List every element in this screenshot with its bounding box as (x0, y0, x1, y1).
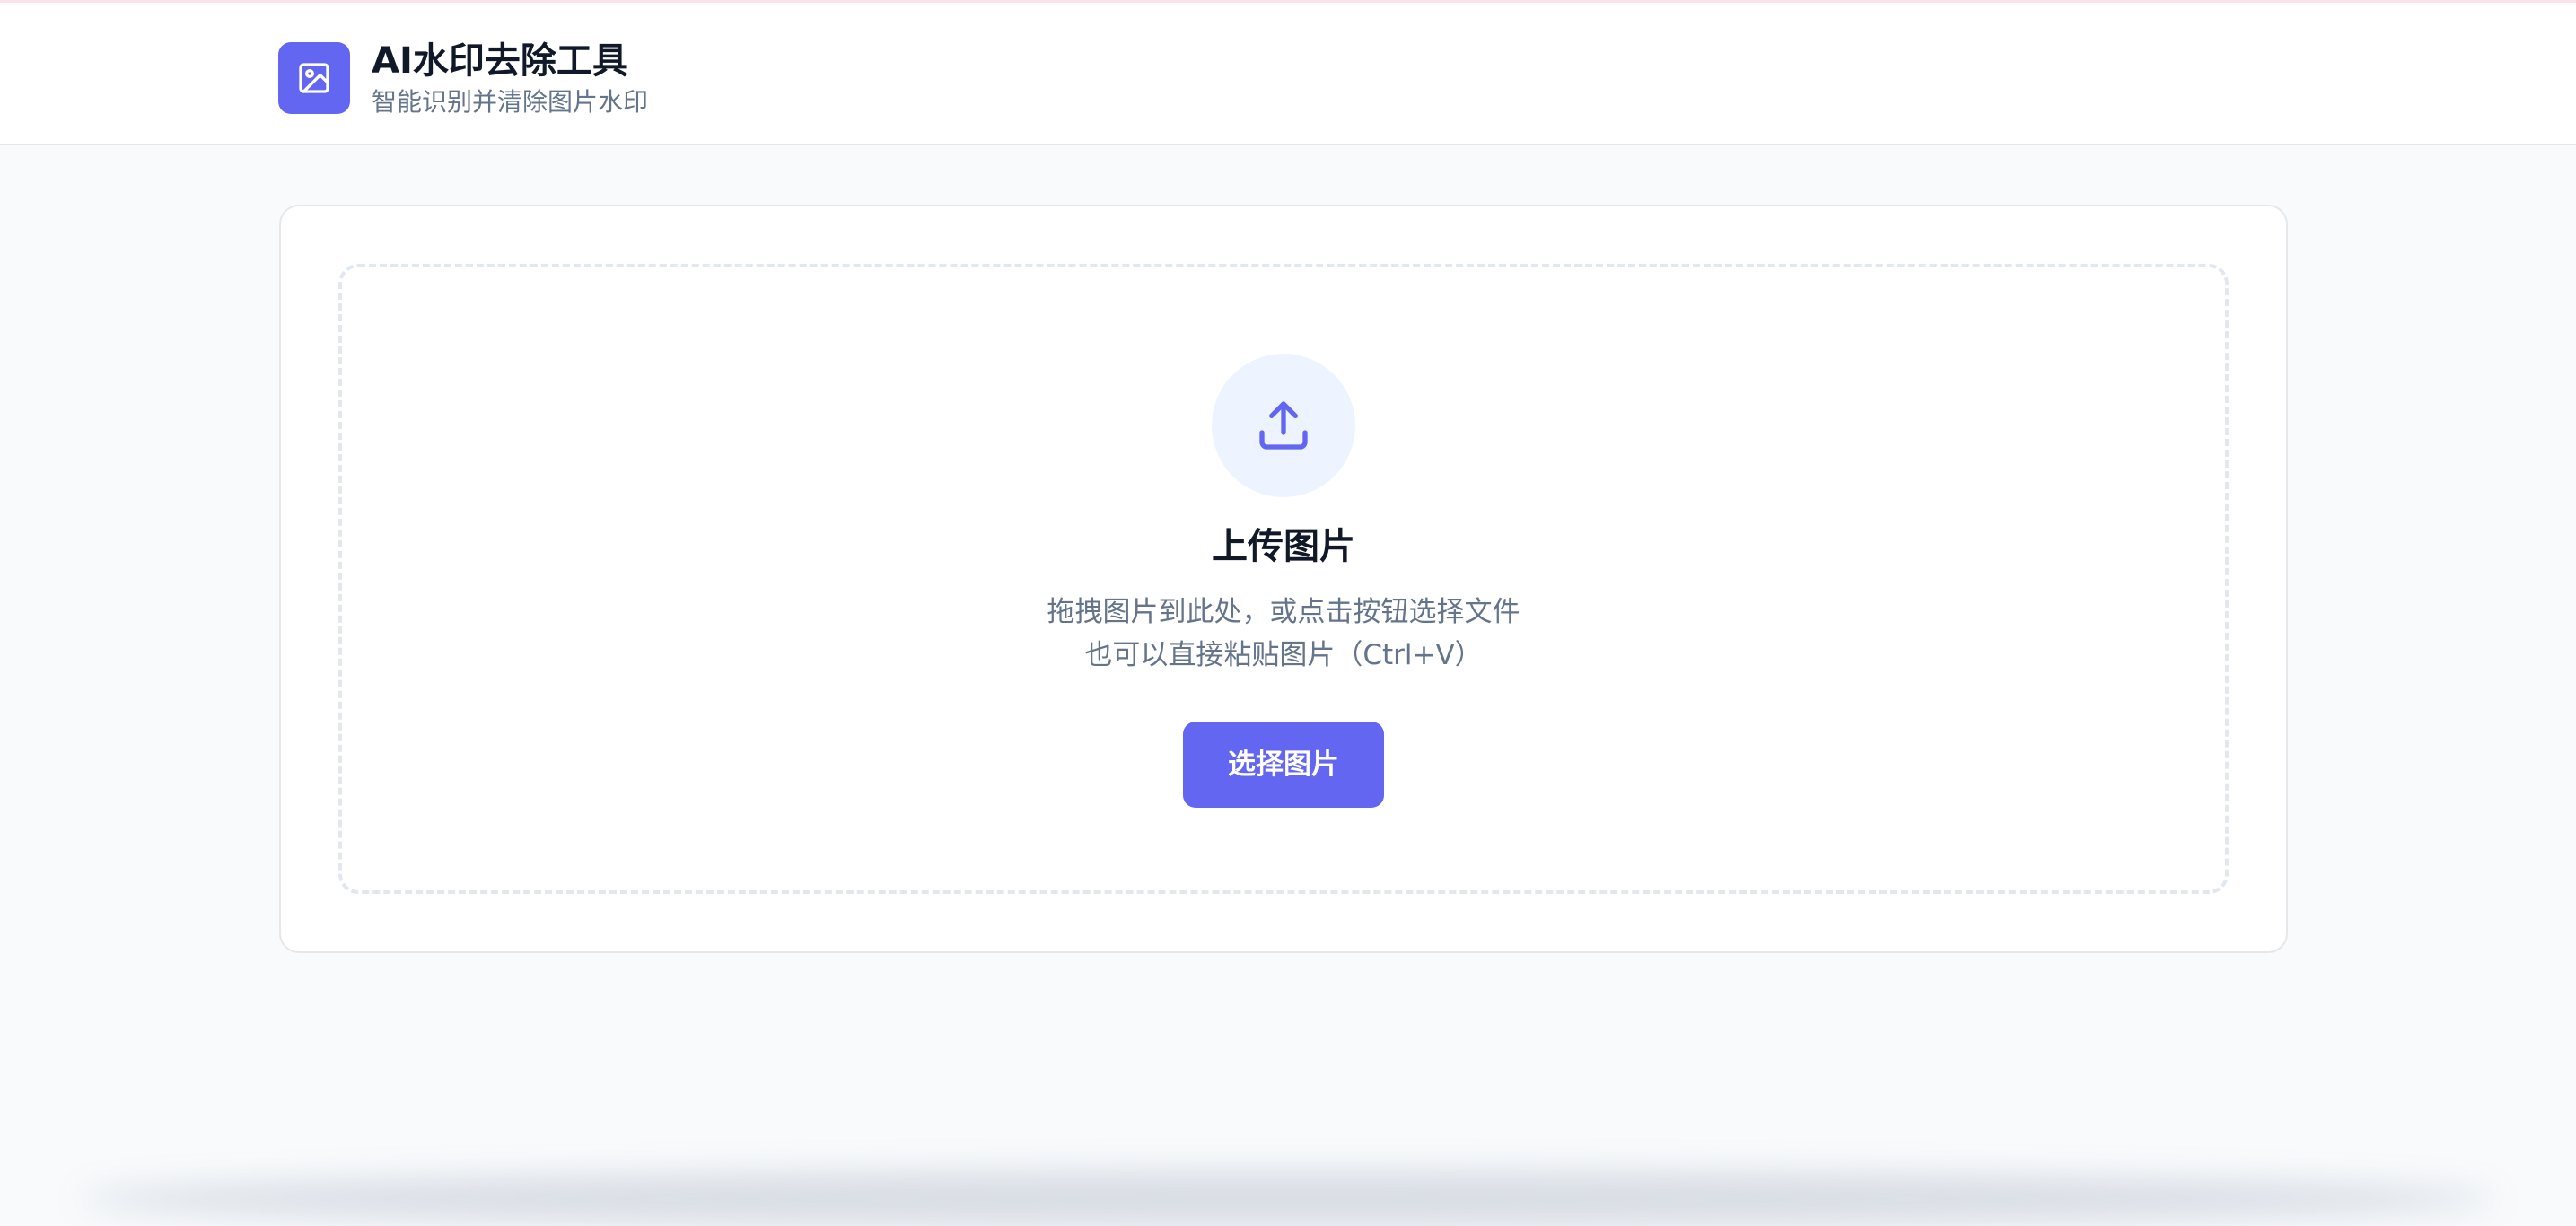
upload-title: 上传图片 (1212, 526, 1355, 567)
upload-icon (1259, 401, 1308, 450)
upload-card: 上传图片 拖拽图片到此处，或点击按钮选择文件 也可以直接粘贴图片（Ctrl+V）… (279, 205, 2288, 953)
app-header: AI水印去除工具 智能识别并清除图片水印 (0, 0, 2576, 145)
bottom-shadow (81, 1172, 2495, 1226)
upload-description: 拖拽图片到此处，或点击按钮选择文件 也可以直接粘贴图片（Ctrl+V） (342, 591, 2225, 677)
app-title: AI水印去除工具 (372, 40, 628, 82)
logo (278, 42, 350, 114)
brand: AI水印去除工具 智能识别并清除图片水印 (278, 39, 648, 118)
upload-description-line-2: 也可以直接粘贴图片（Ctrl+V） (1084, 639, 1483, 671)
upload-description-line-1: 拖拽图片到此处，或点击按钮选择文件 (1047, 596, 1520, 628)
select-image-button[interactable]: 选择图片 (1183, 722, 1384, 808)
brand-text: AI水印去除工具 智能识别并清除图片水印 (372, 39, 648, 118)
image-icon (299, 63, 329, 93)
upload-icon-circle (1212, 354, 1355, 497)
app-subtitle: 智能识别并清除图片水印 (372, 87, 649, 117)
upload-dropzone[interactable]: 上传图片 拖拽图片到此处，或点击按钮选择文件 也可以直接粘贴图片（Ctrl+V）… (338, 264, 2229, 894)
